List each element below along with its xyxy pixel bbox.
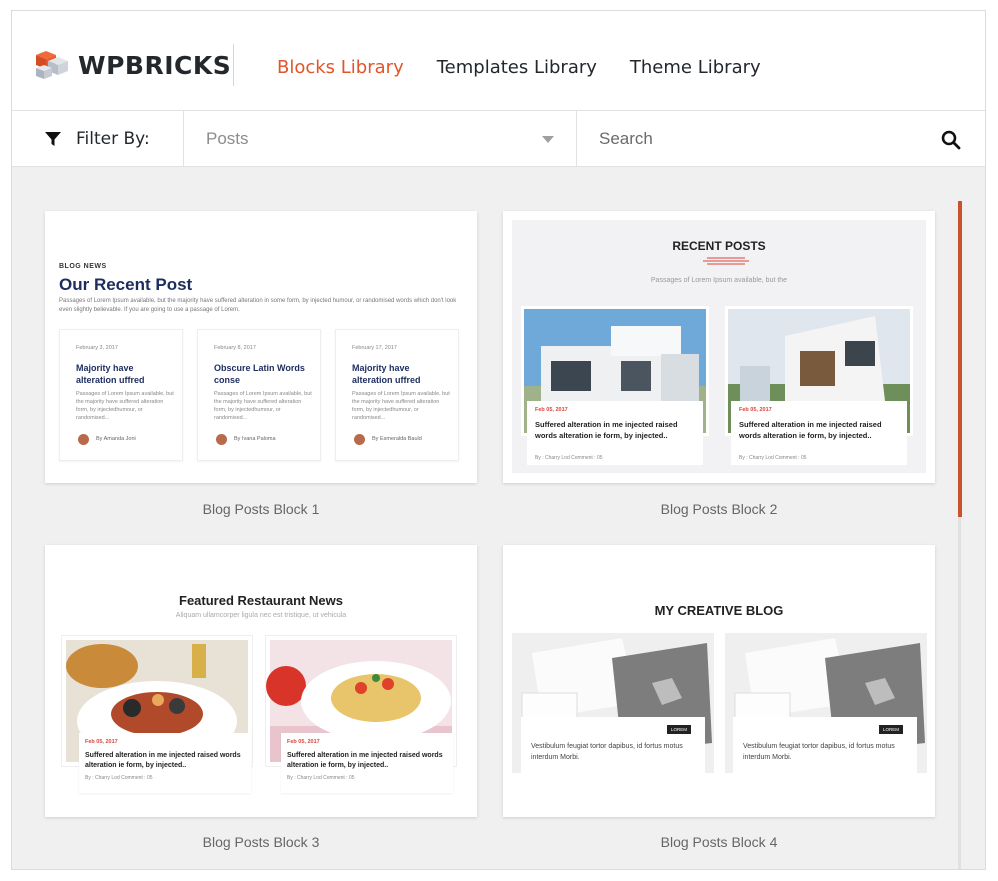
post-date: Feb 05, 2017 bbox=[739, 407, 772, 413]
preview-post-card: Feb 05, 2017 Suffered alteration in me i… bbox=[731, 401, 907, 465]
post-excerpt: Passages of Lorem Ipsum available, but t… bbox=[214, 391, 312, 421]
nav-blocks-library[interactable]: Blocks Library bbox=[277, 57, 404, 78]
filter-bar: Filter By: Posts bbox=[12, 111, 985, 167]
search-icon[interactable] bbox=[941, 130, 961, 150]
title-underline-icon bbox=[703, 257, 749, 265]
post-meta: By : Charry Lod Comment : 05 bbox=[287, 775, 355, 781]
post-title: Suffered alteration in me injected raise… bbox=[85, 752, 241, 769]
filter-label-text: Filter By: bbox=[76, 129, 150, 149]
block-caption-1[interactable]: Blog Posts Block 1 bbox=[45, 501, 477, 517]
block-card-3[interactable]: Featured Restaurant News Aliquam ullamco… bbox=[45, 545, 477, 817]
category-select[interactable]: Posts bbox=[184, 111, 576, 167]
post-tag: LOREM bbox=[666, 725, 691, 734]
post-date: Feb 05, 2017 bbox=[85, 739, 118, 745]
post-author: By Amanda Joni bbox=[96, 436, 136, 442]
filter-icon bbox=[45, 132, 61, 146]
preview-post-card: LOREM Vestibulum feugiat tortor dapibus,… bbox=[733, 717, 917, 775]
nav-theme-library[interactable]: Theme Library bbox=[630, 57, 761, 78]
post-text: Vestibulum feugiat tortor dapibus, id fo… bbox=[531, 743, 683, 761]
block-caption-2[interactable]: Blog Posts Block 2 bbox=[503, 501, 935, 517]
nav-templates-library[interactable]: Templates Library bbox=[437, 57, 597, 78]
preview-title: RECENT POSTS bbox=[672, 239, 766, 253]
block-card-2[interactable]: RECENT POSTS Passages of Lorem Ipsum ava… bbox=[503, 211, 935, 483]
preview-subtitle: Passages of Lorem Ipsum available, but t… bbox=[650, 277, 788, 284]
post-date: February 8, 2017 bbox=[214, 345, 256, 351]
post-date: February 3, 2017 bbox=[76, 345, 118, 351]
chevron-down-icon bbox=[542, 136, 554, 143]
preview-post-card: February 8, 2017 Obscure Latin Words con… bbox=[197, 329, 321, 461]
library-window: WPBRICKS Blocks Library Templates Librar… bbox=[11, 10, 986, 870]
block-card-4[interactable]: MY CREATIVE BLOG LOREM Vestibulum feugia… bbox=[503, 545, 935, 817]
brand-name: WPBRICKS bbox=[78, 51, 232, 80]
avatar bbox=[354, 434, 365, 445]
post-text: Vestibulum feugiat tortor dapibus, id fo… bbox=[743, 743, 895, 761]
search-input[interactable] bbox=[577, 111, 985, 167]
post-meta: By : Charry Lod Comment : 05 bbox=[739, 455, 807, 461]
post-excerpt: Passages of Lorem Ipsum available, but t… bbox=[352, 391, 450, 421]
search-box bbox=[577, 111, 985, 167]
preview-title: Our Recent Post bbox=[59, 275, 193, 294]
avatar bbox=[78, 434, 89, 445]
preview-post-card: Feb 05, 2017 Suffered alteration in me i… bbox=[79, 733, 251, 793]
preview-post-card: LOREM Vestibulum feugiat tortor dapibus,… bbox=[521, 717, 705, 775]
avatar bbox=[216, 434, 227, 445]
post-date: February 17, 2017 bbox=[352, 345, 397, 351]
block-caption-3[interactable]: Blog Posts Block 3 bbox=[45, 834, 477, 850]
post-title: Suffered alteration in me injected raise… bbox=[287, 752, 443, 769]
scrollbar-thumb[interactable] bbox=[958, 201, 962, 517]
wpbricks-logo-icon bbox=[36, 51, 68, 79]
preview-kicker: BLOG NEWS bbox=[59, 263, 107, 270]
preview-post-card: February 3, 2017 Majority have alteratio… bbox=[59, 329, 183, 461]
preview-post-card: Feb 05, 2017 Suffered alteration in me i… bbox=[281, 733, 453, 793]
post-title: Majority have alteration uffred bbox=[352, 363, 421, 385]
preview-description: Passages of Lorem Ipsum available, but t… bbox=[59, 298, 457, 313]
post-title: Suffered alteration in me injected raise… bbox=[535, 420, 678, 440]
preview-title: Featured Restaurant News bbox=[179, 593, 343, 608]
category-select-value: Posts bbox=[206, 129, 249, 148]
preview-post-card: February 17, 2017 Majority have alterati… bbox=[335, 329, 459, 461]
post-title: Obscure Latin Words conse bbox=[214, 363, 305, 385]
post-date: Feb 05, 2017 bbox=[287, 739, 320, 745]
post-excerpt: Passages of Lorem Ipsum available, but t… bbox=[76, 391, 174, 421]
preview-title: MY CREATIVE BLOG bbox=[654, 603, 784, 618]
post-meta: By : Charry Lod Comment : 05 bbox=[85, 775, 153, 781]
post-author: By Ivana Paloma bbox=[234, 436, 276, 442]
post-author: By Esmeralda Bauld bbox=[372, 436, 422, 442]
header-divider bbox=[233, 44, 234, 86]
post-date: Feb 05, 2017 bbox=[535, 407, 568, 413]
post-meta: By : Charry Lod Comment : 05 bbox=[535, 455, 603, 461]
post-tag: LOREM bbox=[878, 725, 903, 734]
filter-label: Filter By: bbox=[44, 111, 150, 167]
post-title: Majority have alteration uffred bbox=[76, 363, 145, 385]
block-caption-4[interactable]: Blog Posts Block 4 bbox=[503, 834, 935, 850]
library-nav: Blocks Library Templates Library Theme L… bbox=[277, 57, 761, 78]
header: WPBRICKS Blocks Library Templates Librar… bbox=[12, 11, 985, 111]
preview-subtitle: Aliquam ullamcorper ligula nec est trist… bbox=[175, 612, 347, 619]
preview-post-card: Feb 05, 2017 Suffered alteration in me i… bbox=[527, 401, 703, 465]
block-card-1[interactable]: BLOG NEWS Our Recent Post Passages of Lo… bbox=[45, 211, 477, 483]
post-title: Suffered alteration in me injected raise… bbox=[739, 420, 882, 440]
